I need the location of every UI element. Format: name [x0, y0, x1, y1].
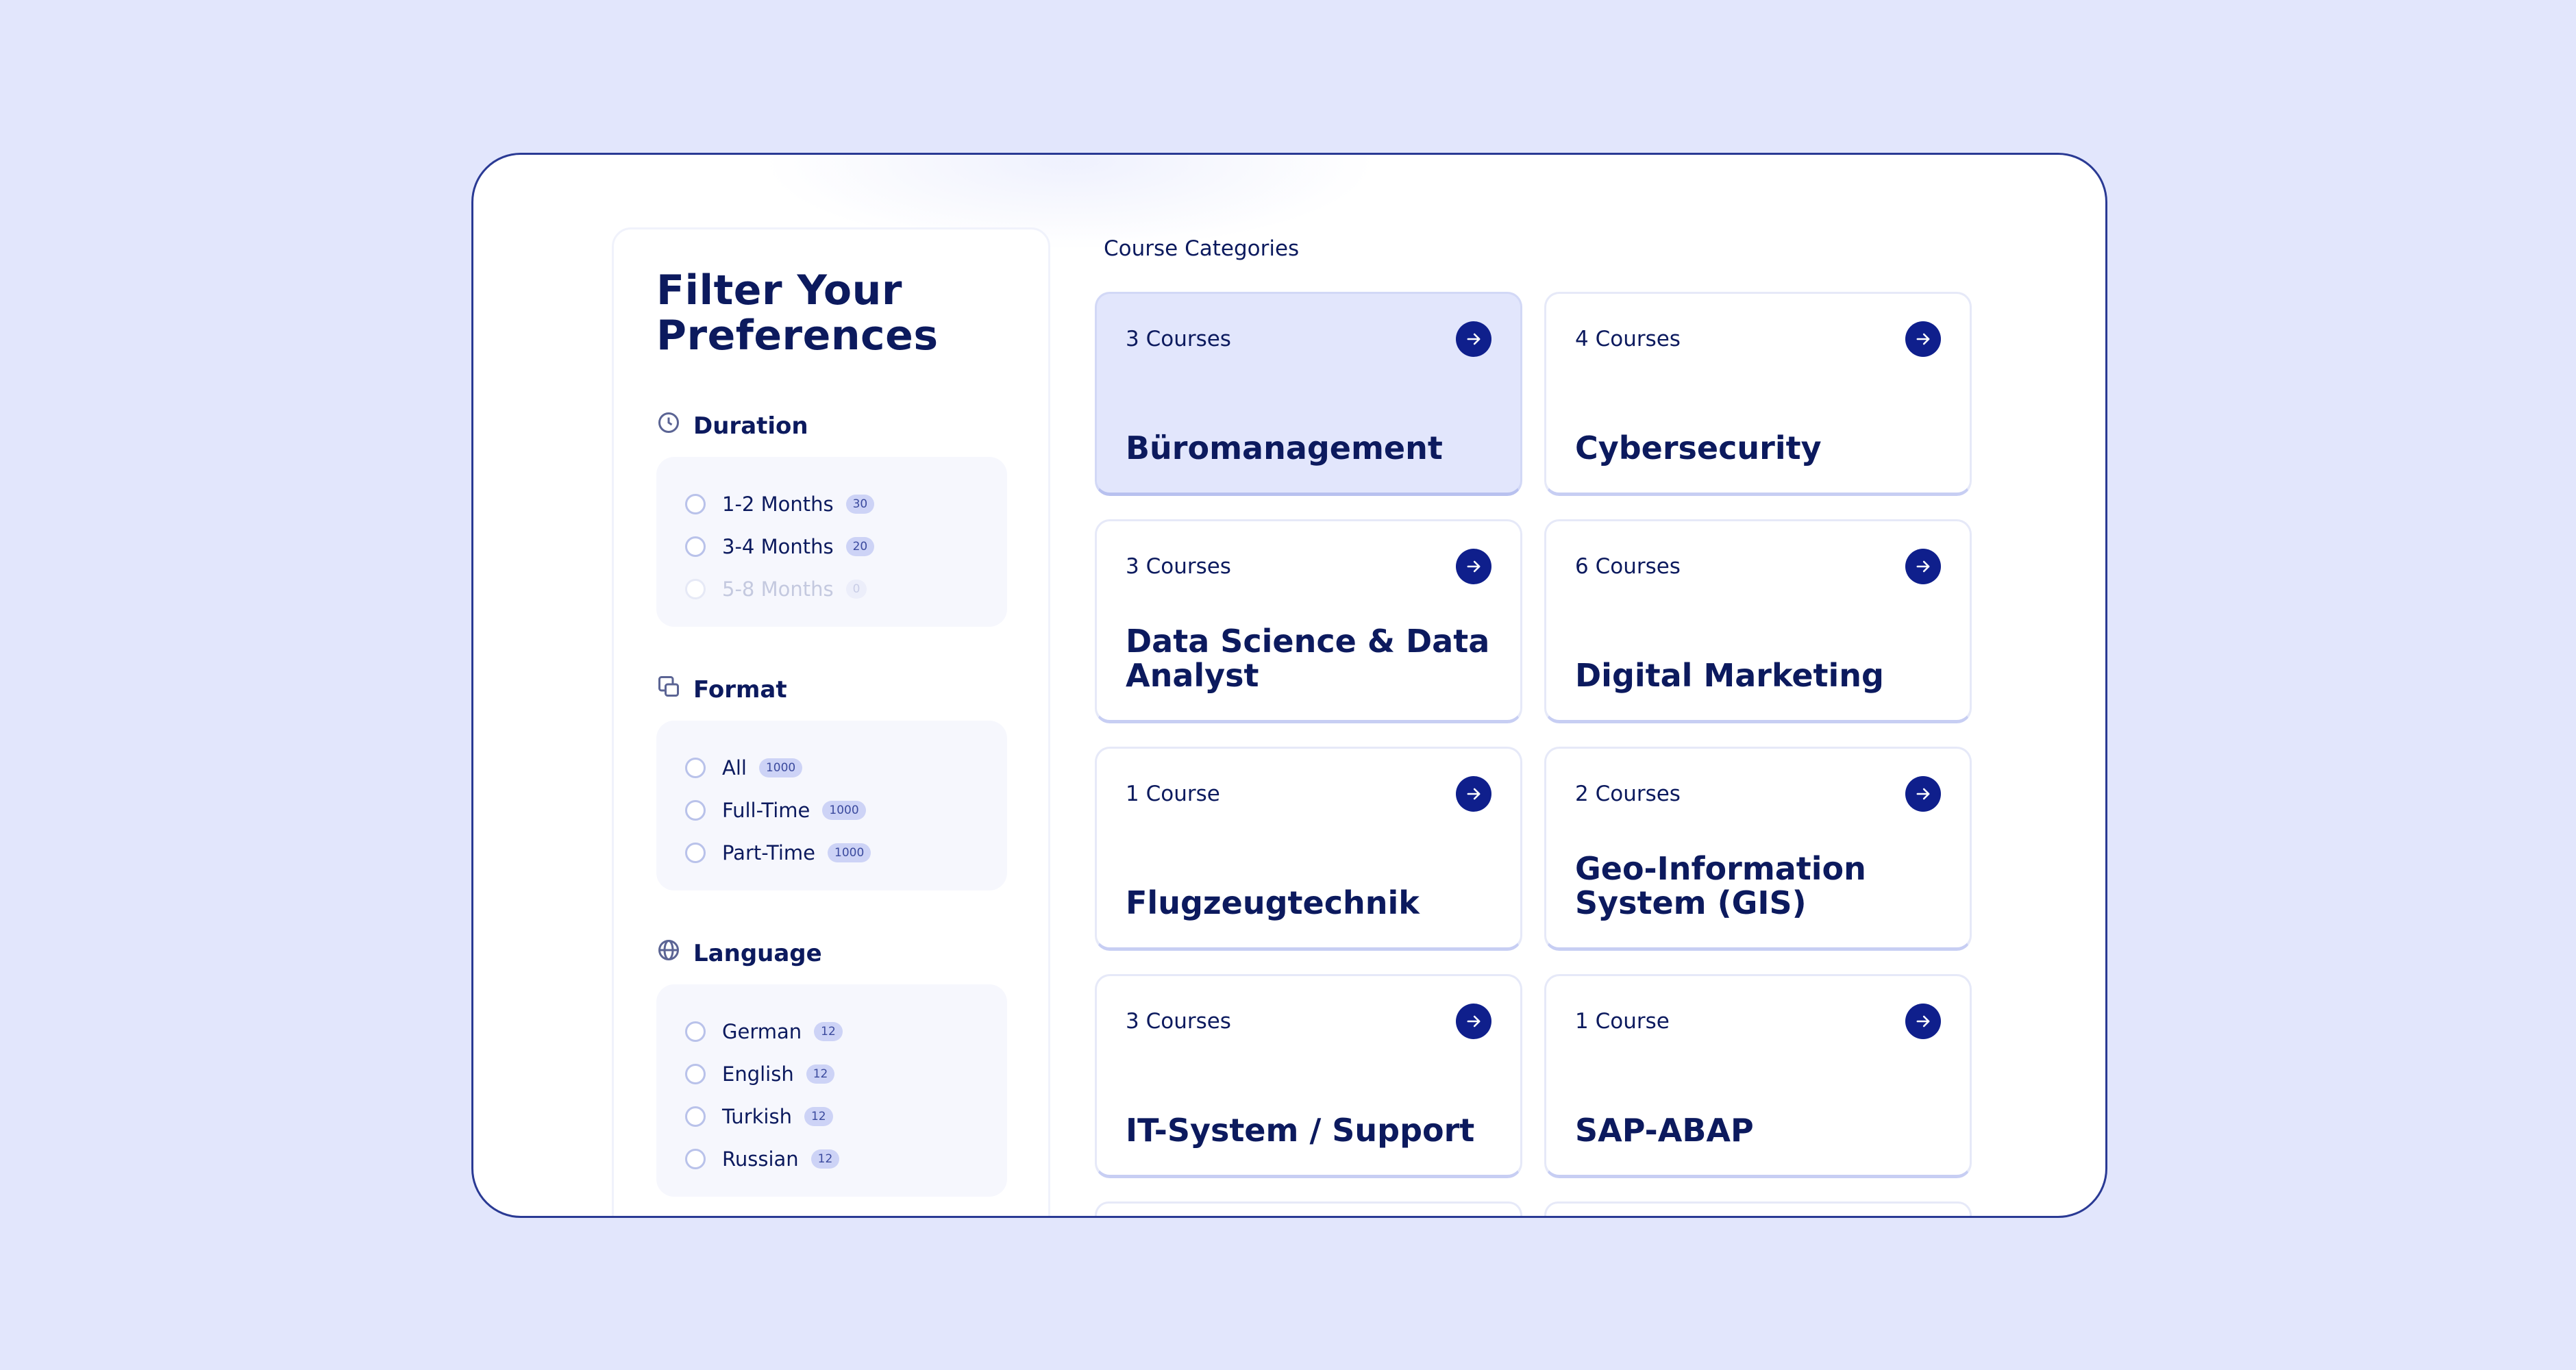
duration-option-1-2-months[interactable]: 1-2 Months 30 [685, 483, 1007, 525]
category-name: IT-System / Support [1126, 1112, 1475, 1149]
arrow-right-icon[interactable] [1905, 776, 1941, 812]
language-section-header: Language [656, 938, 822, 969]
count-badge: 20 [845, 537, 875, 556]
category-card-sap-abap[interactable]: 1 Course SAP-ABAP [1544, 974, 1972, 1178]
radio-button[interactable] [685, 494, 706, 514]
count-badge: 1000 [758, 758, 803, 777]
course-count: 3 Courses [1126, 554, 1231, 579]
category-card-gis[interactable]: 2 Courses Geo-Information System (GIS) [1544, 747, 1972, 951]
option-label: 1-2 Months [722, 493, 834, 516]
radio-button[interactable] [685, 758, 706, 778]
option-label: 3-4 Months [722, 535, 834, 558]
radio-button[interactable] [685, 800, 706, 821]
course-count: 3 Courses [1126, 327, 1231, 351]
radio-button [685, 579, 706, 599]
count-badge: 12 [804, 1107, 833, 1126]
format-option-full-time[interactable]: Full-Time 1000 [685, 789, 1007, 832]
radio-button[interactable] [685, 1106, 706, 1127]
radio-button[interactable] [685, 1064, 706, 1084]
category-card-it-system[interactable]: 3 Courses IT-System / Support [1095, 974, 1522, 1178]
category-name: Digital Marketing [1575, 657, 1884, 694]
globe-icon [656, 938, 681, 969]
category-card-data-science[interactable]: 3 Courses Data Science & Data Analyst [1095, 519, 1522, 723]
radio-button[interactable] [685, 843, 706, 863]
arrow-right-icon[interactable] [1905, 549, 1941, 584]
arrow-right-icon[interactable] [1456, 1004, 1491, 1039]
filter-sidebar: Filter Your Preferences Duration 1-2 Mon… [612, 227, 1050, 1216]
format-label: Format [693, 675, 787, 703]
language-option-russian[interactable]: Russian 12 [685, 1138, 1007, 1180]
category-card-partial [1544, 1201, 1972, 1216]
format-option-all[interactable]: All 1000 [685, 747, 1007, 789]
count-badge: 12 [810, 1149, 840, 1169]
arrow-right-icon[interactable] [1905, 1004, 1941, 1039]
language-options: German 12 English 12 Turkish 12 Russian … [656, 984, 1007, 1197]
option-label: Part-Time [722, 841, 816, 864]
count-badge: 12 [814, 1022, 843, 1041]
count-badge: 30 [845, 495, 875, 514]
count-badge: 0 [845, 580, 867, 599]
clock-icon [656, 410, 681, 441]
duration-option-5-8-months: 5-8 Months 0 [685, 568, 1007, 610]
course-count: 2 Courses [1575, 782, 1681, 806]
option-label: German [722, 1020, 802, 1043]
category-name: Geo-Information System (GIS) [1575, 850, 1866, 921]
duration-section-header: Duration [656, 410, 808, 441]
category-name: SAP-ABAP [1575, 1112, 1754, 1149]
language-label: Language [693, 939, 822, 967]
category-card-buromanagement[interactable]: 3 Courses Büromanagement [1095, 292, 1522, 496]
option-label: Russian [722, 1147, 799, 1171]
language-option-turkish[interactable]: Turkish 12 [685, 1095, 1007, 1138]
category-name: Data Science & Data Analyst [1126, 623, 1490, 694]
arrow-right-icon[interactable] [1456, 776, 1491, 812]
option-label: English [722, 1062, 794, 1086]
language-option-english[interactable]: English 12 [685, 1053, 1007, 1095]
count-badge: 12 [806, 1064, 835, 1084]
course-count: 1 Course [1126, 782, 1220, 806]
radio-button[interactable] [685, 536, 706, 557]
category-grid: 3 Courses Büromanagement 4 Courses Cyber… [1095, 292, 1972, 1216]
format-option-part-time[interactable]: Part-Time 1000 [685, 832, 1007, 874]
option-label: All [722, 756, 747, 780]
course-count: 1 Course [1575, 1009, 1670, 1034]
sidebar-title: Filter Your Preferences [656, 266, 939, 360]
arrow-right-icon[interactable] [1456, 549, 1491, 584]
count-badge: 1000 [828, 843, 871, 862]
category-card-partial [1095, 1201, 1522, 1216]
format-icon [656, 674, 681, 705]
category-name: Büromanagement [1126, 429, 1443, 466]
duration-option-3-4-months[interactable]: 3-4 Months 20 [685, 525, 1007, 568]
category-name: Flugzeugtechnik [1126, 884, 1420, 921]
radio-button[interactable] [685, 1149, 706, 1169]
category-card-digital-marketing[interactable]: 6 Courses Digital Marketing [1544, 519, 1972, 723]
option-label: 5-8 Months [722, 577, 834, 601]
duration-options: 1-2 Months 30 3-4 Months 20 5-8 Months 0 [656, 457, 1007, 627]
language-option-german[interactable]: German 12 [685, 1010, 1007, 1053]
option-label: Full-Time [722, 799, 810, 822]
category-card-flugzeugtechnik[interactable]: 1 Course Flugzeugtechnik [1095, 747, 1522, 951]
category-card-cybersecurity[interactable]: 4 Courses Cybersecurity [1544, 292, 1972, 496]
duration-label: Duration [693, 412, 808, 440]
radio-button[interactable] [685, 1021, 706, 1042]
arrow-right-icon[interactable] [1905, 321, 1941, 357]
course-count: 6 Courses [1575, 554, 1681, 579]
format-section-header: Format [656, 674, 787, 705]
course-categories-heading: Course Categories [1104, 236, 1300, 261]
course-count: 3 Courses [1126, 1009, 1231, 1034]
category-name: Cybersecurity [1575, 429, 1822, 466]
count-badge: 1000 [822, 801, 866, 820]
arrow-right-icon[interactable] [1456, 321, 1491, 357]
course-count: 4 Courses [1575, 327, 1681, 351]
format-options: All 1000 Full-Time 1000 Part-Time 1000 [656, 721, 1007, 891]
app-window: Filter Your Preferences Duration 1-2 Mon… [471, 153, 2107, 1218]
option-label: Turkish [722, 1105, 792, 1128]
